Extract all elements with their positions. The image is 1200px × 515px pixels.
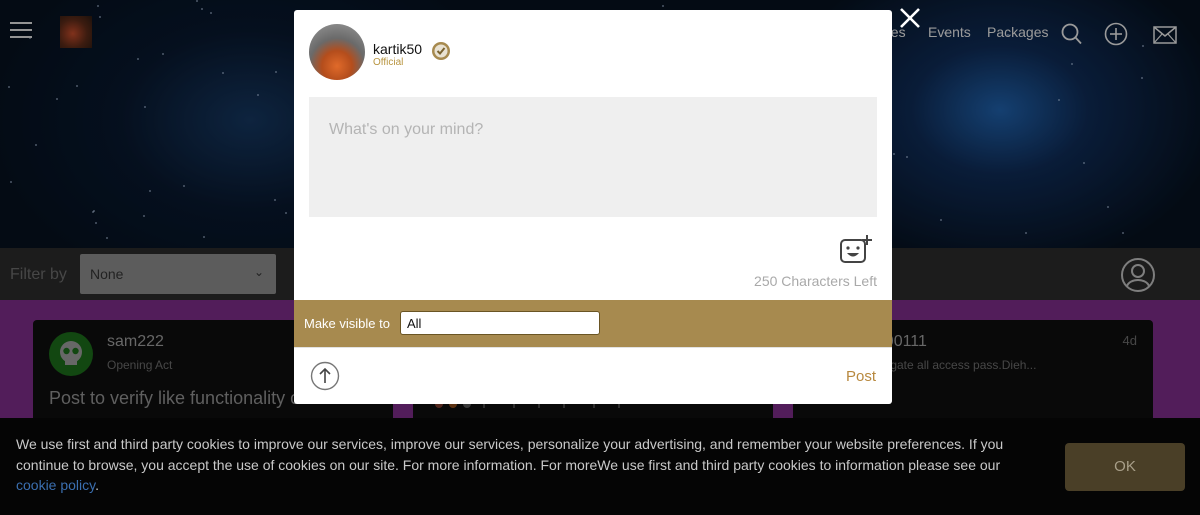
composer-username: kartik50 xyxy=(373,41,423,57)
upload-arrow-icon[interactable] xyxy=(310,361,340,391)
close-icon[interactable] xyxy=(897,5,923,31)
characters-left: 250 Characters Left xyxy=(754,273,877,289)
post-text-input[interactable] xyxy=(309,97,877,217)
verified-badge-icon xyxy=(432,42,450,60)
avatar xyxy=(309,24,365,80)
divider xyxy=(294,347,892,348)
visibility-label: Make visible to xyxy=(304,316,390,331)
cookie-policy-link[interactable]: cookie policy xyxy=(16,477,95,493)
emoji-add-icon[interactable] xyxy=(839,234,873,266)
visibility-input[interactable] xyxy=(400,311,600,335)
post-composer-modal: kartik50 Official 250 Characters Left Ma… xyxy=(294,10,892,404)
cookie-message: We use first and third party cookies to … xyxy=(16,434,1016,496)
cookie-link-suffix: . xyxy=(95,477,100,493)
page: ges Events Packages Filter by None ⌄ sam… xyxy=(0,0,1200,515)
post-button[interactable]: Post xyxy=(846,368,876,385)
composer-user-role: Official xyxy=(373,57,404,68)
cookie-ok-button[interactable]: OK xyxy=(1065,443,1185,491)
cookie-text: We use first and third party cookies to … xyxy=(16,436,1004,473)
